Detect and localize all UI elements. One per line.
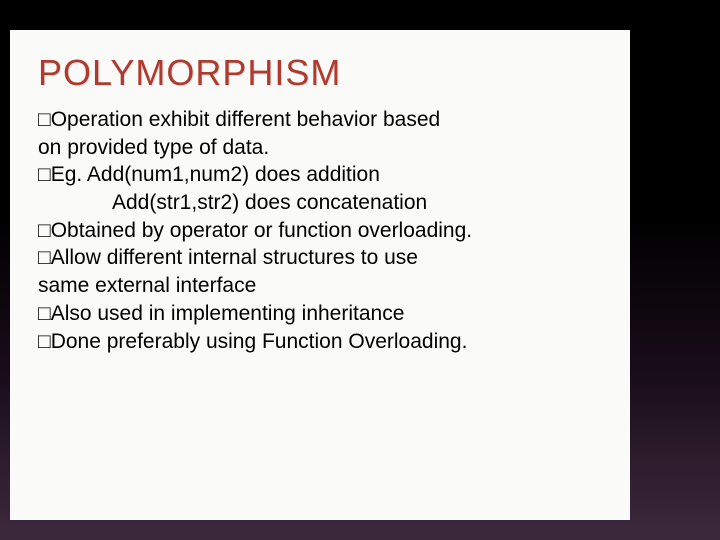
bullet-icon: □ [38, 163, 51, 186]
bullet-text: Operation exhibit different behavior bas… [51, 108, 441, 131]
bullet-text: Allow different internal structures to u… [51, 246, 418, 269]
bullet-continuation: on provided type of data. [38, 134, 602, 162]
bullet-icon: □ [38, 246, 51, 269]
bullet-text: Also used in implementing inheritance [51, 302, 405, 325]
bullet-sub: Add(str1,str2) does concatenation [38, 189, 602, 217]
bullet-item: □Obtained by operator or function overlo… [38, 217, 602, 245]
bullet-text: Add(str1,str2) does concatenation [112, 191, 427, 214]
bullet-item: □Allow different internal structures to … [38, 244, 602, 272]
bullet-text: on provided type of data. [38, 136, 269, 159]
bullet-text: same external interface [38, 274, 256, 297]
bullet-icon: □ [38, 302, 51, 325]
bullet-icon: □ [38, 330, 51, 353]
slide-content: □Operation exhibit different behavior ba… [38, 106, 602, 355]
bullet-icon: □ [38, 108, 51, 131]
bullet-item: □Done preferably using Function Overload… [38, 328, 602, 356]
bullet-text: Done preferably using Function Overloadi… [51, 330, 468, 353]
bullet-continuation: same external interface [38, 272, 602, 300]
bullet-text: Obtained by operator or function overloa… [51, 219, 472, 242]
bullet-text: Eg. Add(num1,num2) does addition [51, 163, 380, 186]
bullet-icon: □ [38, 219, 51, 242]
bullet-item: □Eg. Add(num1,num2) does addition [38, 161, 602, 189]
slide-title: POLYMORPHISM [38, 54, 602, 92]
bullet-item: □Also used in implementing inheritance [38, 300, 602, 328]
slide: POLYMORPHISM □Operation exhibit differen… [10, 30, 630, 520]
bullet-item: □Operation exhibit different behavior ba… [38, 106, 602, 134]
